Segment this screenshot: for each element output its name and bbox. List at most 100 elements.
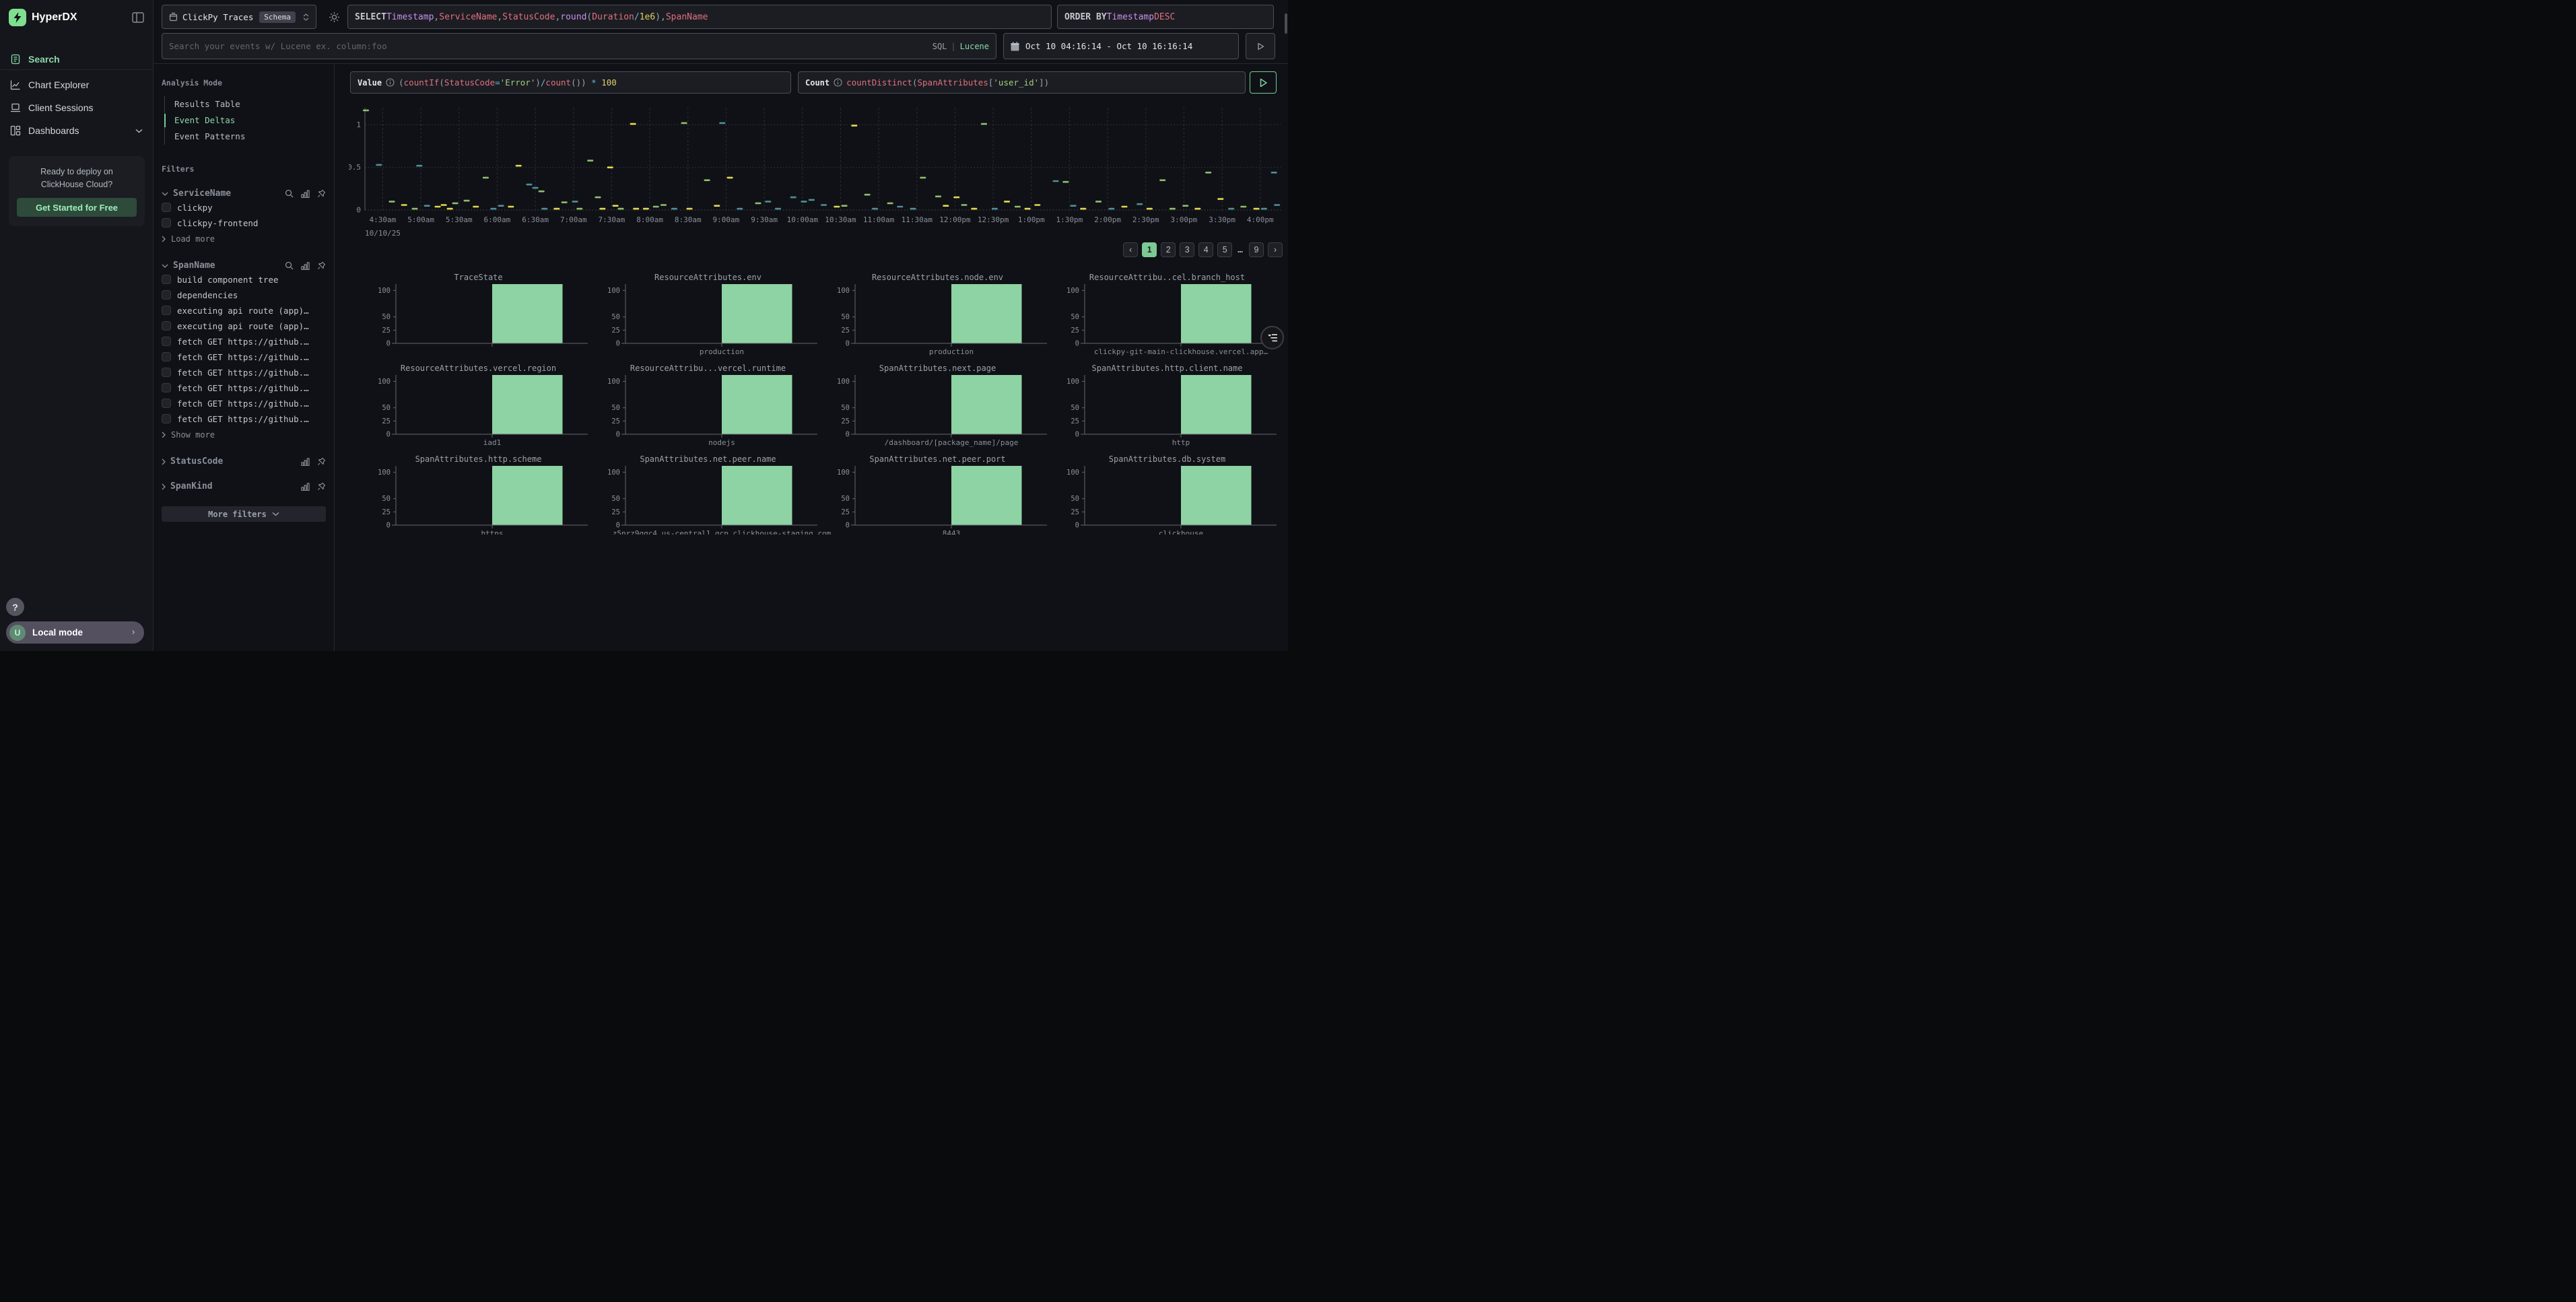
search-run-button[interactable] <box>1246 33 1275 59</box>
page-button-9[interactable]: 9 <box>1249 242 1264 257</box>
local-mode-label: Local mode <box>32 627 83 638</box>
checkbox[interactable] <box>162 321 171 331</box>
load-more-link[interactable]: Load more <box>162 232 326 246</box>
show-more-link[interactable]: Show more <box>162 428 326 442</box>
svg-text:0: 0 <box>1075 340 1079 348</box>
bar-chart-icon[interactable] <box>301 190 310 198</box>
svg-text:11:30am: 11:30am <box>902 215 933 224</box>
filter-option[interactable]: dependencies <box>162 288 326 302</box>
pin-icon[interactable] <box>317 457 326 466</box>
sidebar-item-chart-explorer[interactable]: Chart Explorer <box>0 76 154 94</box>
help-button[interactable]: ? <box>6 598 24 616</box>
filter-option[interactable]: fetch GET https://github.… <box>162 412 326 425</box>
attribute-chart-ResourceAttributes.env[interactable]: ResourceAttributes.env02550100production <box>595 273 821 364</box>
checkbox[interactable] <box>162 414 171 423</box>
checkbox[interactable] <box>162 399 171 408</box>
page-prev-button[interactable]: ‹ <box>1123 242 1138 257</box>
checkbox[interactable] <box>162 337 171 346</box>
scrollbar-thumb[interactable] <box>1285 13 1287 34</box>
count-expression-input[interactable]: Count countDistinct(SpanAttributes['user… <box>798 71 1246 94</box>
filter-group-servicename[interactable]: ServiceName <box>162 189 326 199</box>
mode-sql[interactable]: SQL <box>933 42 947 51</box>
svg-text:50: 50 <box>611 404 620 412</box>
checkbox[interactable] <box>162 290 171 300</box>
filter-option[interactable]: fetch GET https://github.… <box>162 335 326 348</box>
analysis-mode-results-table[interactable]: Results Table <box>165 96 326 112</box>
analysis-mode-event-patterns[interactable]: Event Patterns <box>165 129 326 145</box>
filter-option[interactable]: build component tree <box>162 273 326 286</box>
filter-option-label: fetch GET https://github.… <box>177 414 309 424</box>
bar-chart-icon[interactable] <box>301 262 310 270</box>
filter-group-spankind[interactable]: SpanKind <box>162 481 326 491</box>
svg-text:25: 25 <box>1071 327 1079 335</box>
sidebar-item-dashboards[interactable]: Dashboards <box>0 122 154 139</box>
source-name: ClickPy Traces <box>182 12 253 22</box>
attribute-chart-ResourceAttributes.vercel.region[interactable]: ResourceAttributes.vercel.region02550100… <box>365 364 592 454</box>
attribute-chart-SpanAttributes.next.page[interactable]: SpanAttributes.next.page02550100/dashboa… <box>824 364 1051 454</box>
pin-icon[interactable] <box>317 261 326 270</box>
page-button-3[interactable]: 3 <box>1180 242 1194 257</box>
page-button-5[interactable]: 5 <box>1217 242 1232 257</box>
filter-option[interactable]: executing api route (app)… <box>162 304 326 317</box>
filter-group-statuscode[interactable]: StatusCode <box>162 456 326 467</box>
checkbox[interactable] <box>162 383 171 392</box>
checkbox[interactable] <box>162 306 171 315</box>
event-deltas-chart[interactable]: 00.514:30am5:00am5:30am6:00am6:30am7:00a… <box>349 102 1285 240</box>
svg-text:0: 0 <box>386 522 391 530</box>
analysis-mode-event-deltas[interactable]: Event Deltas <box>165 112 326 129</box>
attribute-chart-SpanAttributes.http.scheme[interactable]: SpanAttributes.http.scheme02550100https <box>365 454 592 535</box>
filter-fab-button[interactable] <box>1260 326 1284 349</box>
mode-lucene[interactable]: Lucene <box>960 42 989 51</box>
schema-badge[interactable]: Schema <box>259 11 296 23</box>
attribute-chart-SpanAttributes.net.peer.port[interactable]: SpanAttributes.net.peer.port025501008443 <box>824 454 1051 535</box>
checkbox[interactable] <box>162 203 171 212</box>
attribute-chart-ResourceAttribu...vercel.runtime[interactable]: ResourceAttribu...vercel.runtime02550100… <box>595 364 821 454</box>
sql-select-input[interactable]: SELECT Timestamp, ServiceName, StatusCod… <box>347 5 1052 29</box>
pin-icon[interactable] <box>317 482 326 491</box>
filter-option[interactable]: fetch GET https://github.… <box>162 381 326 395</box>
page-button-4[interactable]: 4 <box>1198 242 1213 257</box>
attribute-chart-ResourceAttributes.node.env[interactable]: ResourceAttributes.node.env02550100produ… <box>824 273 1051 364</box>
pin-icon[interactable] <box>317 189 326 198</box>
run-analysis-button[interactable] <box>1250 71 1277 94</box>
svg-text:iad1: iad1 <box>483 438 502 447</box>
checkbox[interactable] <box>162 352 171 362</box>
search-icon[interactable] <box>285 189 294 198</box>
sidebar-item-client-sessions[interactable]: Client Sessions <box>0 99 154 116</box>
attribute-chart-SpanAttributes.db.system[interactable]: SpanAttributes.db.system02550100clickhou… <box>1054 454 1281 535</box>
filter-option[interactable]: clickpy-frontend <box>162 216 326 230</box>
chevron-right-icon <box>162 432 166 438</box>
checkbox[interactable] <box>162 275 171 284</box>
bar-chart-icon[interactable] <box>301 483 310 491</box>
filter-option[interactable]: fetch GET https://github.… <box>162 350 326 364</box>
source-select[interactable]: ClickPy Traces Schema <box>162 5 316 29</box>
filter-option[interactable]: fetch GET https://github.… <box>162 397 326 410</box>
checkbox[interactable] <box>162 218 171 228</box>
filter-group-spanname[interactable]: SpanName <box>162 261 326 271</box>
page-next-button[interactable]: › <box>1268 242 1283 257</box>
bar-chart-icon[interactable] <box>301 458 310 466</box>
order-by-input[interactable]: ORDER BY Timestamp DESC <box>1057 5 1274 29</box>
attribute-chart-SpanAttributes.http.client.name[interactable]: SpanAttributes.http.client.name02550100h… <box>1054 364 1281 454</box>
search-input[interactable]: Search your events w/ Lucene ex. column:… <box>162 33 996 59</box>
svg-text:10:30am: 10:30am <box>825 215 856 224</box>
filter-option[interactable]: clickpy <box>162 201 326 214</box>
gear-icon[interactable] <box>329 11 340 23</box>
more-filters-button[interactable]: More filters <box>162 506 326 522</box>
attribute-chart-SpanAttributes.net.peer.name[interactable]: SpanAttributes.net.peer.name02550100z5nr… <box>595 454 821 535</box>
value-expression-input[interactable]: Value (countIf(StatusCode='Error')/count… <box>350 71 791 94</box>
local-mode-button[interactable]: U Local mode › <box>6 621 144 644</box>
attribute-chart-TraceState[interactable]: TraceState02550100 <box>365 273 592 364</box>
chevron-right-icon <box>162 236 166 242</box>
checkbox[interactable] <box>162 368 171 377</box>
search-icon[interactable] <box>285 261 294 270</box>
sidebar-collapse-icon[interactable] <box>131 11 145 24</box>
date-range-picker[interactable]: Oct 10 04:16:14 - Oct 10 16:16:14 <box>1003 33 1239 59</box>
attribute-chart-ResourceAttribu..cel.branch_host[interactable]: ResourceAttribu..cel.branch_host02550100… <box>1054 273 1281 364</box>
filter-option[interactable]: fetch GET https://github.… <box>162 366 326 379</box>
page-button-1[interactable]: 1 <box>1142 242 1157 257</box>
sidebar-item-search[interactable]: Search <box>0 50 154 68</box>
filter-option[interactable]: executing api route (app)… <box>162 319 326 333</box>
page-button-2[interactable]: 2 <box>1161 242 1176 257</box>
get-started-button[interactable]: Get Started for Free <box>17 198 137 217</box>
